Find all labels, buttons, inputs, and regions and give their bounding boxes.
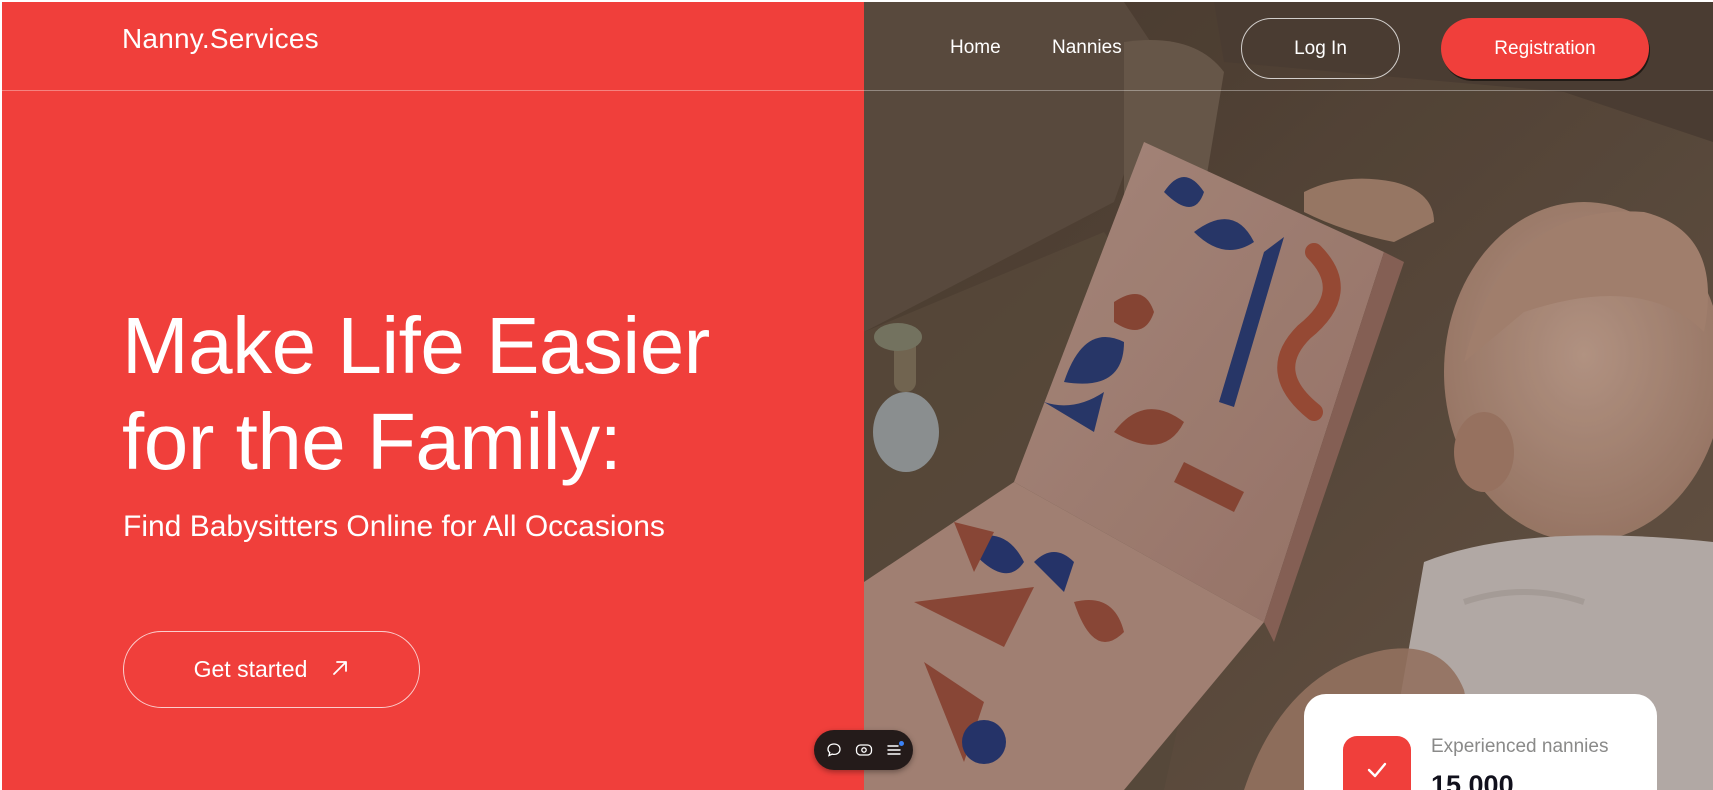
stats-card: Experienced nannies 15,000	[1304, 694, 1657, 790]
get-started-button[interactable]: Get started	[123, 631, 420, 708]
hero-title: Make Life Easier for the Family:	[122, 298, 822, 490]
stats-label: Experienced nannies	[1431, 736, 1609, 757]
nav-nannies-link[interactable]: Nannies	[1052, 37, 1122, 59]
chat-bubble-icon[interactable]	[824, 740, 844, 760]
nanny-with-baby-image	[864, 2, 1713, 790]
menu-icon[interactable]	[884, 740, 904, 760]
header-divider	[2, 90, 1713, 91]
login-button[interactable]: Log In	[1241, 18, 1400, 79]
hero-section: Nanny.Services Home Nannies Log In Regis…	[2, 2, 1713, 790]
site-logo[interactable]: Nanny.Services	[122, 23, 319, 55]
stats-value: 15,000	[1431, 770, 1514, 790]
registration-button[interactable]: Registration	[1441, 18, 1649, 79]
hero-title-line-2: for the Family:	[122, 397, 622, 486]
floating-toolbar	[814, 730, 913, 770]
get-started-label: Get started	[193, 656, 308, 682]
eye-icon[interactable]	[854, 740, 874, 760]
arrow-up-right-icon	[331, 657, 349, 683]
hero-subtitle: Find Babysitters Online for All Occasion…	[123, 510, 665, 543]
hero-title-line-1: Make Life Easier	[122, 301, 710, 390]
check-icon	[1343, 736, 1411, 790]
nav-home-link[interactable]: Home	[950, 37, 1001, 59]
hero-image	[864, 2, 1713, 790]
notification-dot	[898, 741, 904, 746]
